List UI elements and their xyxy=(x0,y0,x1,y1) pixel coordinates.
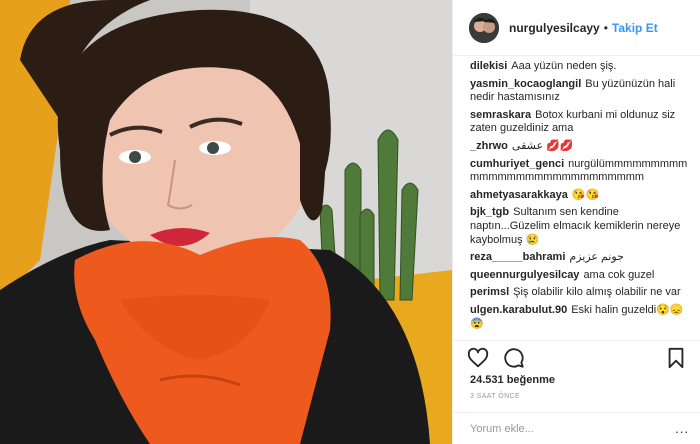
comment-item: reza_____bahrami جونم عزیزم xyxy=(470,251,689,265)
post-image xyxy=(0,0,452,444)
comment-item: ahmetyasarakkaya 😘😘 xyxy=(470,189,689,203)
comment-username[interactable]: yasmin_kocaoglangil xyxy=(470,78,581,90)
comment-item: cumhuriyet_genci nurgülümmmmmmmmm mmmmmmm… xyxy=(470,158,689,185)
post-side-panel: nurgulyesilcayy • Takip Et dilekisi Aaa y… xyxy=(452,0,700,444)
post-timestamp: 3 SAAT ÖNCE xyxy=(470,393,521,400)
comment-item: _zhrwo عشقی 💋💋 xyxy=(470,140,689,154)
comment-item: ulgen.karabulut.90 Eski halin guzeldi😯😞 😨 xyxy=(470,304,689,331)
comment-text: 😘😘 xyxy=(571,188,600,201)
follow-button[interactable]: Takip Et xyxy=(612,21,658,35)
comment-item: bjk_tgb Sultanım sen kendine naptın...Güz… xyxy=(470,206,689,247)
comment-item: yasmin_kocaoglangil Bu yüzünüzün hali ned… xyxy=(470,78,689,105)
post-photo[interactable] xyxy=(0,0,452,444)
comment-username[interactable]: dilekisi xyxy=(470,60,507,72)
comment-username[interactable]: reza_____bahrami xyxy=(470,251,565,263)
comment-text: Aaa yüzün neden şiş. xyxy=(511,60,617,72)
likes-count[interactable]: 24.531 beğenme xyxy=(470,374,555,386)
header-separator: • xyxy=(603,20,608,35)
comment-username[interactable]: semraskara xyxy=(470,109,531,121)
header-username[interactable]: nurgulyesilcayy xyxy=(509,21,600,35)
comment-item: queennurgulyesilcay ama cok guzel xyxy=(470,269,689,283)
comment-item: perimsl Şiş olabilir kilo almış olabilir … xyxy=(470,286,689,300)
comment-username[interactable]: ahmetyasarakkaya xyxy=(470,189,568,201)
comment-username[interactable]: cumhuriyet_genci xyxy=(470,158,564,170)
add-comment-bar: ... xyxy=(453,412,700,444)
bookmark-icon[interactable] xyxy=(665,347,687,369)
comment-text: جونم عزیزم xyxy=(569,251,624,264)
heart-icon[interactable] xyxy=(467,347,489,369)
comment-username[interactable]: _zhrwo xyxy=(470,140,508,152)
comment-text: Şiş olabilir kilo almış olabilir ne var xyxy=(513,286,681,299)
post-header: nurgulyesilcayy • Takip Et xyxy=(453,0,700,56)
comment-username[interactable]: bjk_tgb xyxy=(470,206,509,218)
comment-item: dilekisi Aaa yüzün neden şiş. xyxy=(470,60,689,74)
avatar-image xyxy=(469,12,499,43)
more-options-button[interactable]: ... xyxy=(675,421,689,436)
comment-username[interactable]: ulgen.karabulut.90 xyxy=(470,304,567,316)
comment-username[interactable]: queennurgulyesilcay xyxy=(470,269,579,281)
avatar[interactable] xyxy=(469,12,499,43)
comment-item: semraskara Botox kurbani mi oldunuz siz z… xyxy=(470,109,689,136)
comment-text: عشقی 💋💋 xyxy=(511,139,574,152)
comments-list[interactable]: dilekisi Aaa yüzün neden şiş. yasmin_koca… xyxy=(453,60,700,338)
comment-username[interactable]: perimsl xyxy=(470,286,509,298)
comment-text: ama cok guzel xyxy=(583,268,655,281)
comment-bubble-icon[interactable] xyxy=(503,347,525,369)
add-comment-input[interactable] xyxy=(470,422,676,435)
post-actions-bar xyxy=(453,340,700,374)
